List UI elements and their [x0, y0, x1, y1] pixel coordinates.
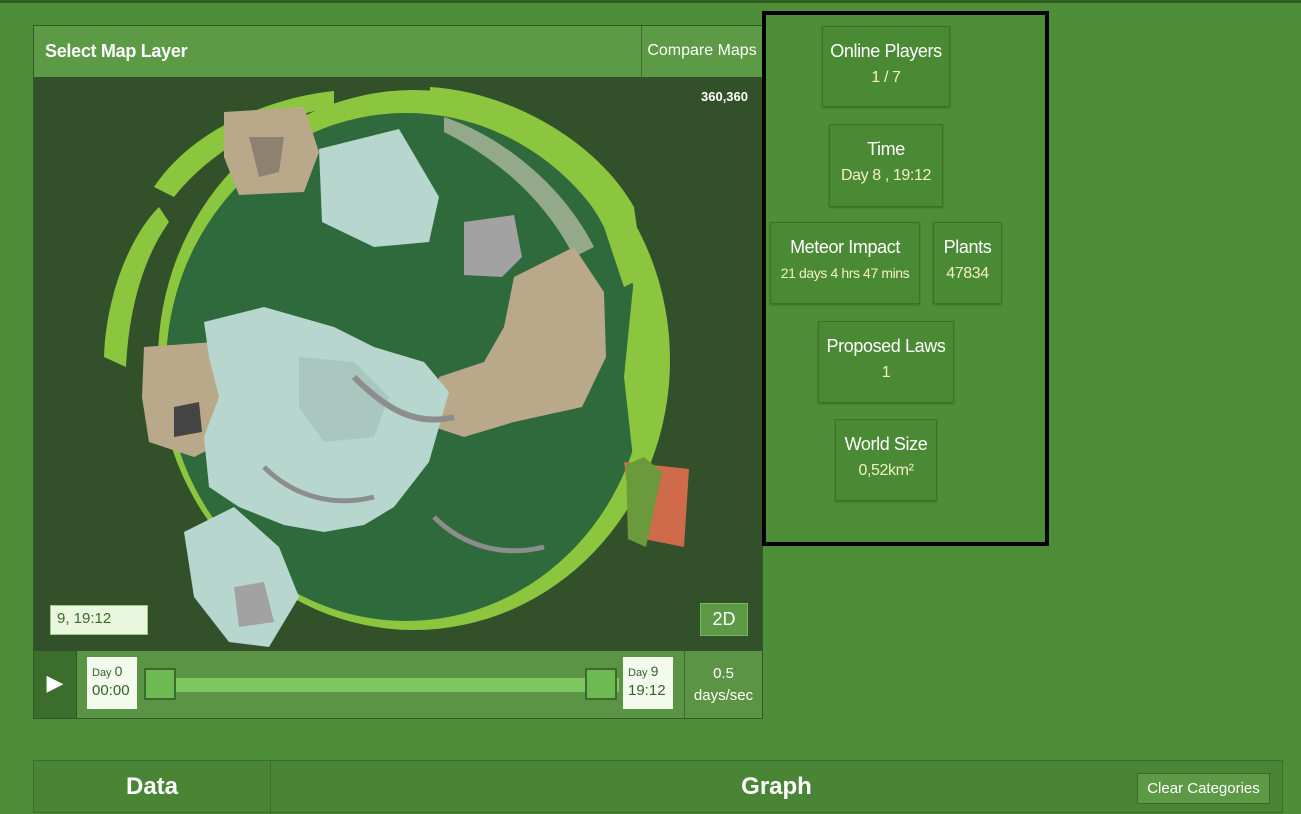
speed-value: 0.5	[713, 665, 734, 682]
timeline-start-box: Day 0 00:00	[87, 657, 137, 709]
coordinates-readout: 360,360	[701, 89, 748, 104]
proposed-laws-label: Proposed Laws	[826, 336, 946, 356]
timeline-bar: ▶ Day 0 00:00 Day 9 19:12 0.5 days/sec	[34, 651, 762, 718]
top-border	[0, 0, 1301, 3]
map-time-input[interactable]: 9, 19:12	[50, 605, 148, 635]
start-day-number: 0	[114, 663, 123, 679]
timeline-end-handle[interactable]	[585, 668, 617, 700]
data-graph-panel: Data Graph Clear Categories	[33, 760, 1283, 814]
online-players-value: 1 / 7	[871, 69, 901, 86]
data-tab[interactable]: Data	[34, 761, 271, 814]
play-icon[interactable]: ▶	[34, 651, 77, 718]
meteor-impact-card: Meteor Impact 21 days 4 hrs 47 mins	[770, 222, 920, 304]
online-players-card: Online Players 1 / 7	[822, 26, 950, 107]
start-time: 00:00	[92, 682, 130, 699]
map-header: Select Map Layer Compare Maps	[34, 26, 762, 78]
end-time: 19:12	[628, 682, 666, 699]
timeline-end-box: Day 9 19:12	[623, 657, 673, 709]
start-day-label: Day	[92, 667, 112, 679]
world-map-view[interactable]: 360,360 9, 19:12 2D	[34, 77, 762, 651]
world-size-label: World Size	[844, 434, 928, 454]
meteor-impact-value: 21 days 4 hrs 47 mins	[780, 265, 910, 281]
world-globe	[104, 87, 689, 647]
compare-maps-button[interactable]: Compare Maps	[641, 26, 762, 77]
time-card: Time Day 8 , 19:12	[829, 124, 943, 207]
proposed-laws-card[interactable]: Proposed Laws 1	[818, 321, 954, 403]
world-size-card: World Size 0,52km²	[835, 419, 937, 501]
graph-title: Graph	[741, 773, 812, 800]
end-day-label: Day	[628, 667, 648, 679]
time-value: Day 8 , 19:12	[841, 167, 931, 184]
map-panel: Select Map Layer Compare Maps 360,360 9,…	[33, 25, 763, 719]
plants-label: Plants	[943, 237, 992, 257]
online-players-label: Online Players	[830, 41, 942, 61]
clear-categories-button[interactable]: Clear Categories	[1137, 773, 1270, 804]
world-stats-panel: Online Players 1 / 7 Time Day 8 , 19:12 …	[762, 11, 1049, 546]
world-size-value: 0,52km²	[858, 462, 914, 479]
speed-unit: days/sec	[693, 687, 754, 704]
timeline-slider-track[interactable]	[144, 678, 619, 692]
view-2d-toggle-button[interactable]: 2D	[700, 603, 748, 636]
timeline-start-handle[interactable]	[144, 668, 176, 700]
plants-card: Plants 47834	[933, 222, 1002, 304]
plants-value: 47834	[946, 265, 989, 282]
playback-speed[interactable]: 0.5 days/sec	[684, 651, 762, 718]
time-label: Time	[867, 139, 905, 159]
select-map-layer-button[interactable]: Select Map Layer	[45, 41, 188, 62]
proposed-laws-value: 1	[881, 364, 891, 381]
meteor-impact-label: Meteor Impact	[790, 237, 900, 257]
end-day-number: 9	[650, 663, 659, 679]
globe-terrain	[104, 87, 689, 647]
